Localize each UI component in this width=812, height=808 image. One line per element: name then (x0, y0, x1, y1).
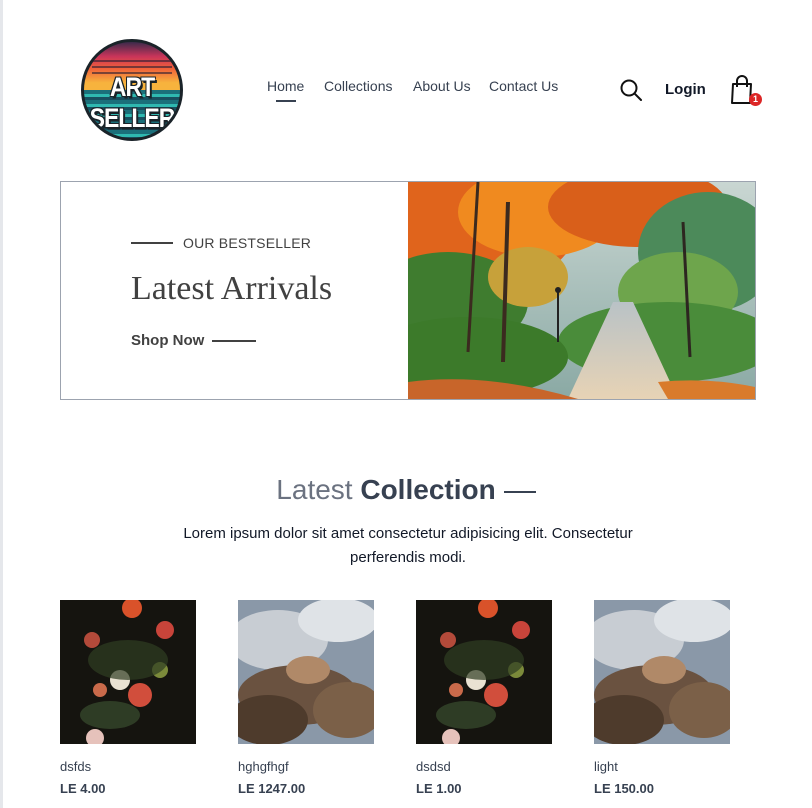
hero-text-panel: OUR BESTSELLER Latest Arrivals Shop Now (61, 182, 408, 399)
product-name: dsdsd (416, 759, 451, 774)
product-card[interactable]: dsdsd LE 1.00 (416, 600, 552, 796)
site-logo[interactable]: ART SELLER (81, 39, 183, 141)
product-card[interactable]: dsfds LE 4.00 (60, 600, 196, 796)
nav-about-us[interactable]: About Us (413, 78, 471, 94)
nav-contact-us[interactable]: Contact Us (489, 78, 558, 94)
product-image[interactable] (60, 600, 196, 744)
product-card[interactable]: hghgfhgf LE 1247.00 (238, 600, 374, 796)
nav-home[interactable]: Home (267, 78, 304, 94)
product-price: LE 150.00 (594, 781, 654, 796)
cart-count-badge: 1 (749, 93, 762, 106)
product-image[interactable] (416, 600, 552, 744)
product-price: LE 4.00 (60, 781, 106, 796)
hero-eyebrow-label: OUR BESTSELLER (183, 235, 312, 251)
hero-title: Latest Arrivals (131, 270, 333, 307)
logo-text: ART SELLER (89, 71, 176, 133)
product-name: dsfds (60, 759, 92, 774)
login-link[interactable]: Login (665, 81, 706, 98)
search-icon[interactable] (619, 78, 643, 102)
hero-image (408, 182, 755, 399)
nav-collections[interactable]: Collections (324, 78, 392, 94)
product-name: hghgfhgf (238, 759, 289, 774)
product-price: LE 1247.00 (238, 781, 306, 796)
product-price: LE 1.00 (416, 781, 462, 796)
section-title: Latest Collection (0, 474, 812, 506)
shop-now-button[interactable]: Shop Now (131, 332, 257, 349)
section-description: Lorem ipsum dolor sit amet consectetur a… (183, 525, 633, 566)
product-name: light (594, 759, 618, 774)
product-image[interactable] (238, 600, 374, 744)
section-title-light: Latest (276, 474, 353, 505)
hero-eyebrow: OUR BESTSELLER (131, 235, 311, 251)
hero-banner: OUR BESTSELLER Latest Arrivals Shop Now (60, 181, 756, 400)
product-card[interactable]: light LE 150.00 (594, 600, 730, 796)
shop-now-label: Shop Now (131, 332, 205, 349)
page-left-border (0, 0, 3, 808)
section-title-bold: Collection (360, 474, 496, 505)
product-image[interactable] (594, 600, 730, 744)
